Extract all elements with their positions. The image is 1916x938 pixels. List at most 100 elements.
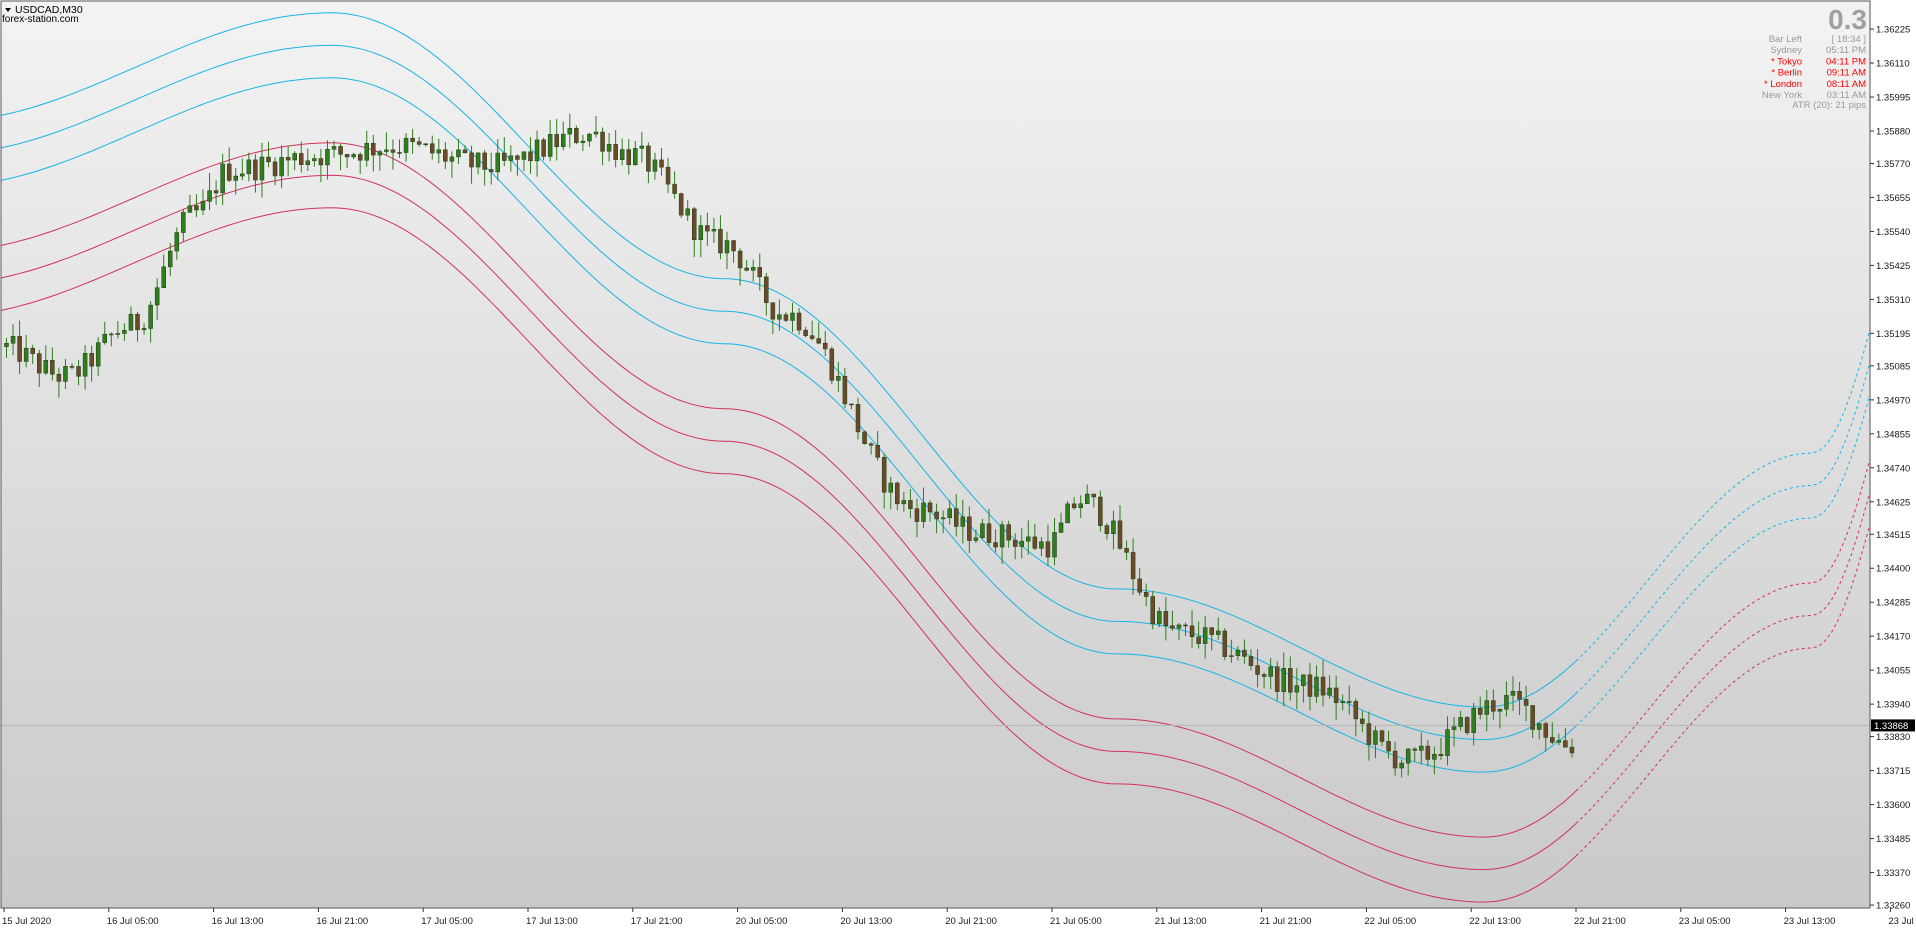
candle-body <box>299 153 304 165</box>
candle-body <box>1347 701 1352 703</box>
candle-body <box>462 149 468 154</box>
candle-body <box>868 443 874 446</box>
candle-body <box>325 149 330 166</box>
candle-body <box>954 508 959 527</box>
candle-body <box>423 143 428 146</box>
candle-body <box>508 155 514 161</box>
candle-body <box>750 267 756 271</box>
candle-body <box>842 376 848 405</box>
candle-body <box>1360 718 1365 724</box>
x-tick-label: 17 Jul 05:00 <box>421 916 473 927</box>
candle-body <box>37 353 42 374</box>
y-tick-label: 1.33370 <box>1876 868 1910 879</box>
candle-body <box>1012 539 1018 547</box>
x-tick-label: 21 Jul 13:00 <box>1155 916 1207 927</box>
candle-body <box>1183 624 1188 627</box>
info-row-label: * Berlin <box>1771 68 1802 79</box>
candle-body <box>757 267 762 278</box>
info-row-label: * London <box>1764 79 1802 90</box>
candle-body <box>122 330 127 334</box>
candle-body <box>1497 708 1503 712</box>
candle-body <box>1026 536 1031 542</box>
price-axis[interactable]: 1.36225 1.36110 1.35995 1.35880 1.35770 1.356… <box>1870 25 1910 912</box>
candle <box>829 346 835 384</box>
x-tick-label: 16 Jul 13:00 <box>212 916 264 927</box>
candle-body <box>1045 541 1051 558</box>
candle-body <box>1432 754 1437 760</box>
candle-body <box>482 152 487 170</box>
candle-body <box>796 312 802 331</box>
candle-body <box>109 333 114 336</box>
y-tick-label: 1.34855 <box>1876 429 1910 440</box>
candle-body <box>1536 723 1542 730</box>
candle-body <box>718 229 723 254</box>
y-tick-label: 1.33600 <box>1876 800 1910 811</box>
candle-body <box>534 139 540 162</box>
candle-body <box>960 516 966 527</box>
candle-body <box>292 153 297 161</box>
candle-body <box>1471 707 1476 733</box>
info-row-label: Bar Left <box>1769 34 1803 45</box>
candle-body <box>1281 668 1286 692</box>
candle-body <box>1366 723 1372 745</box>
candle-body <box>1091 493 1097 498</box>
y-tick-label: 1.33485 <box>1876 834 1910 845</box>
candle-body <box>1104 525 1110 534</box>
y-tick-label: 1.34170 <box>1876 632 1910 643</box>
x-tick-label: 23 Jul 21:00 <box>1888 916 1916 927</box>
candle-body <box>1242 649 1247 657</box>
candle-body <box>626 149 631 166</box>
candle-body <box>836 376 841 381</box>
candle-body <box>777 314 782 320</box>
current-price-label: 1.33868 <box>1871 719 1915 732</box>
candle-body <box>855 404 861 433</box>
candle-body <box>1117 520 1123 549</box>
candle-body <box>580 140 586 143</box>
x-tick-label: 17 Jul 21:00 <box>631 916 683 927</box>
candle-body <box>63 366 68 382</box>
candle-body <box>1491 700 1496 712</box>
candle-body <box>1333 687 1339 704</box>
candle-body <box>574 128 579 143</box>
atr-text: ATR (20): 21 pips <box>1792 100 1866 111</box>
candle-body <box>901 500 907 505</box>
candle-body <box>888 482 893 493</box>
candle-body <box>1071 503 1077 509</box>
candle-body <box>318 158 324 166</box>
candle-body <box>849 403 854 406</box>
candle-body <box>1058 522 1064 533</box>
candle-body <box>502 152 507 161</box>
candle-body <box>226 163 232 181</box>
x-tick-label: 21 Jul 05:00 <box>1050 916 1102 927</box>
candle-body <box>783 314 789 321</box>
candle <box>678 192 684 219</box>
candle-body <box>233 175 238 181</box>
candle-body <box>102 333 107 343</box>
candle-body <box>862 431 867 444</box>
candle-body <box>1111 520 1116 534</box>
candle-body <box>980 523 985 538</box>
candle-body <box>344 154 350 158</box>
candle-body <box>613 144 618 160</box>
candle-body <box>1307 674 1313 697</box>
time-axis[interactable]: 15 Jul 2020 16 Jul 05:00 16 Jul 13:00 16 Ju… <box>2 908 1916 927</box>
candle-body <box>357 154 363 161</box>
candle-body <box>764 276 769 303</box>
candle-body <box>76 366 81 377</box>
plot-background <box>1 1 1870 908</box>
candle-body <box>1399 762 1404 769</box>
candle-body <box>1065 503 1070 524</box>
info-big-value: 0.3 <box>1828 4 1867 35</box>
candle-body <box>1209 627 1214 635</box>
candle-body <box>1124 548 1129 553</box>
candle-body <box>1130 552 1136 580</box>
x-tick-label: 21 Jul 21:00 <box>1260 916 1312 927</box>
price-chart[interactable]: 1.36225 1.36110 1.35995 1.35880 1.35770 1.356… <box>0 0 1916 933</box>
candle-body <box>259 156 265 181</box>
candle-body <box>141 328 147 331</box>
candle-body <box>705 225 710 232</box>
svg-text:1.33868: 1.33868 <box>1874 721 1908 732</box>
candle-body <box>4 343 9 347</box>
candle-body <box>999 524 1005 548</box>
candle-body <box>475 152 481 168</box>
